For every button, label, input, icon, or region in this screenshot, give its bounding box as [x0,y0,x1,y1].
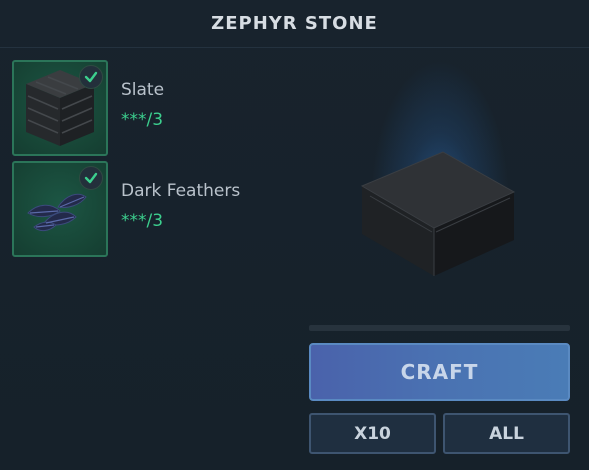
zephyr-stone-block-icon [360,151,516,276]
check-icon [79,166,103,190]
craft-all-button[interactable]: ALL [443,413,570,454]
recipe-title: ZEPHYR STONE [211,13,378,34]
ingredient-slot[interactable] [12,60,108,156]
crafting-panel: ZEPHYR STONE Slate ***/3 Dark Feathers *… [0,0,589,470]
title-bar: ZEPHYR STONE [0,0,589,48]
craft-progress-bar [309,325,570,331]
ingredient-slate[interactable]: Slate ***/3 [12,60,262,156]
check-icon [79,65,103,89]
ingredient-name: Slate [121,80,165,100]
craft-x10-button[interactable]: X10 [309,413,436,454]
ingredient-count: ***/3 [121,110,164,130]
ingredient-name: Dark Feathers [121,181,241,201]
ingredient-dark-feathers[interactable]: Dark Feathers ***/3 [12,161,262,257]
ingredient-slot[interactable] [12,161,108,257]
craft-button[interactable]: CRAFT [309,343,570,401]
ingredient-count: ***/3 [121,211,164,231]
